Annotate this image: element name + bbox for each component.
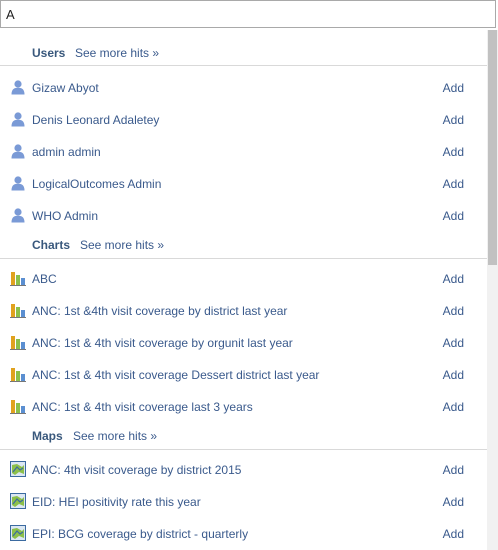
item-label[interactable]: Gizaw Abyot — [32, 81, 99, 95]
section-header-maps: Maps See more hits » — [0, 414, 487, 450]
section-title-users: Users — [32, 46, 66, 60]
search-results: Users See more hits » Gizaw Abyot Add De… — [0, 30, 487, 550]
user-icon — [10, 79, 26, 95]
add-button[interactable]: Add — [443, 527, 464, 541]
list-item[interactable]: ANC: 4th visit coverage by district 2015… — [0, 453, 487, 485]
item-label[interactable]: ANC: 1st &4th visit coverage by district… — [32, 304, 287, 318]
item-label[interactable]: ANC: 1st & 4th visit coverage by orgunit… — [32, 336, 293, 350]
list-item[interactable]: admin admin Add — [0, 135, 487, 167]
add-button[interactable]: Add — [443, 81, 464, 95]
item-label[interactable]: ABC — [32, 272, 57, 286]
list-item[interactable]: ANC: 1st &4th visit coverage by district… — [0, 294, 487, 326]
user-icon — [10, 175, 26, 191]
item-label[interactable]: ANC: 4th visit coverage by district 2015 — [32, 463, 241, 477]
item-label[interactable]: Denis Leonard Adaletey — [32, 113, 159, 127]
add-button[interactable]: Add — [443, 272, 464, 286]
section-title-charts: Charts — [32, 238, 71, 252]
list-item[interactable]: EID: HEI positivity rate this year Add — [0, 485, 487, 517]
section-header-users: Users See more hits » — [0, 30, 487, 66]
add-button[interactable]: Add — [443, 400, 464, 414]
chart-icon — [10, 302, 26, 318]
chart-icon — [10, 270, 26, 286]
search-box[interactable] — [0, 0, 496, 28]
map-icon — [10, 525, 26, 541]
add-button[interactable]: Add — [443, 177, 464, 191]
list-item[interactable]: ABC Add — [0, 262, 487, 294]
section-header-charts: Charts See more hits » — [0, 223, 487, 259]
list-item[interactable]: ANC: 1st & 4th visit coverage Dessert di… — [0, 358, 487, 390]
search-input[interactable] — [6, 5, 476, 23]
list-item[interactable]: Gizaw Abyot Add — [0, 71, 487, 103]
user-icon — [10, 111, 26, 127]
item-label[interactable]: LogicalOutcomes Admin — [32, 177, 161, 191]
chart-icon — [10, 366, 26, 382]
add-button[interactable]: Add — [443, 209, 464, 223]
add-button[interactable]: Add — [443, 463, 464, 477]
item-label[interactable]: admin admin — [32, 145, 101, 159]
list-item[interactable]: ANC: 1st & 4th visit coverage by orgunit… — [0, 326, 487, 358]
item-label[interactable]: WHO Admin — [32, 209, 98, 223]
map-icon — [10, 493, 26, 509]
list-item[interactable]: LogicalOutcomes Admin Add — [0, 167, 487, 199]
chart-icon — [10, 398, 26, 414]
chart-icon — [10, 334, 26, 350]
see-more-charts-link[interactable]: See more hits » — [80, 238, 164, 252]
item-label[interactable]: EPI: BCG coverage by district - quarterl… — [32, 527, 248, 541]
item-label[interactable]: ANC: 1st & 4th visit coverage Dessert di… — [32, 368, 319, 382]
add-button[interactable]: Add — [443, 113, 464, 127]
add-button[interactable]: Add — [443, 304, 464, 318]
see-more-users-link[interactable]: See more hits » — [75, 46, 159, 60]
see-more-maps-link[interactable]: See more hits » — [73, 429, 157, 443]
add-button[interactable]: Add — [443, 145, 464, 159]
section-title-maps: Maps — [32, 429, 63, 443]
list-item[interactable]: EPI: BCG coverage by district - quarterl… — [0, 517, 487, 549]
item-label[interactable]: EID: HEI positivity rate this year — [32, 495, 201, 509]
user-icon — [10, 207, 26, 223]
list-item[interactable]: Denis Leonard Adaletey Add — [0, 103, 487, 135]
item-label[interactable]: ANC: 1st & 4th visit coverage last 3 yea… — [32, 400, 253, 414]
map-icon — [10, 461, 26, 477]
user-icon — [10, 143, 26, 159]
scrollbar-thumb[interactable] — [488, 30, 497, 265]
add-button[interactable]: Add — [443, 495, 464, 509]
results-scrollbar[interactable] — [487, 30, 498, 550]
add-button[interactable]: Add — [443, 336, 464, 350]
add-button[interactable]: Add — [443, 368, 464, 382]
